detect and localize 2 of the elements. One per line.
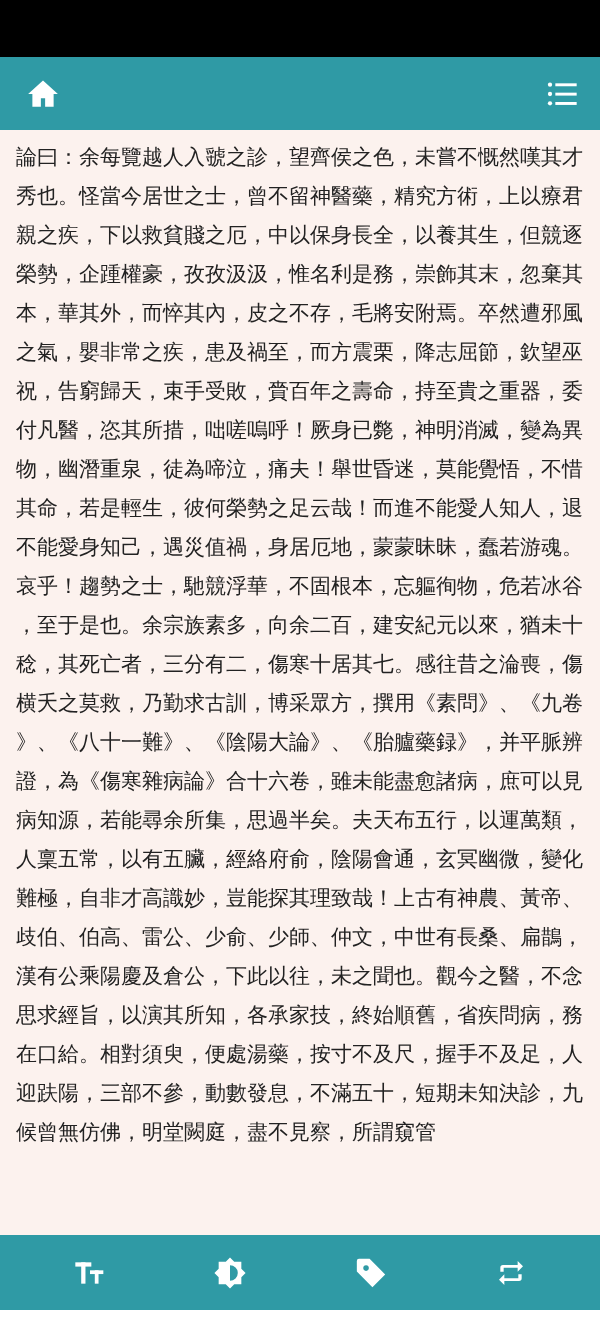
- article-text: 論曰：余每覽越人入虢之診，望齊侯之色，未嘗不慨然嘆其才秀也。怪當今居世之士，曾不留神醫藥，精究方術，上以療君親之疾，下以救貧賤之厄，中以保身長全，以養其生，但競逐榮勢，企踵權豪，孜孜汲汲，惟名利是務，崇飾其末，忽棄其本，華其外，而悴其內，皮之不存，毛將安附焉。卒然遭邪風之氣，嬰非常之疾，患及禍至，而方震栗，降志屈節，欽望巫祝，告窮歸天，束手受敗，賫百年之壽命，持至貴之重器，委付凡醫，恣其所措，咄嗟嗚呼！厥身已斃，神明消滅，變為異物，幽潛重泉，徒為啼泣，痛夫！舉世昏迷，莫能覺悟，不惜其命，若是輕生，彼何榮勢之足云哉！而進不能愛人知人，退不能愛身知己，遇災值禍，身居厄地，蒙蒙昧昧，蠢若游魂。哀乎！趨勢之士，馳競浮華，不固根本，忘軀徇物，危若冰谷，至于是也。余宗族素多，向余二百，建安紀元以來，猶未十稔，其死亡者，三分有二，傷寒十居其七。感往昔之淪喪，傷横夭之莫救，乃勤求古訓，博采眾方，撰用《素問》、《九卷》、《八十一難》、《陰陽大論》、《胎臚藥録》，并平脈辨證，為《傷寒雜病論》合十六卷，雖未能盡愈諸病，庶可以見病知源，若能尋余所集，思過半矣。夫天布五行，以運萬類，人稟五常，以有五臟，經絡府俞，陰陽會通，玄冥幽微，變化難極，自非才高識妙，豈能探其理致哉！上古有神農、黃帝、歧伯、伯高、雷公、少俞、少師、仲文，中世有長桑、扁鵲，漢有公乘陽慶及倉公，下此以往，未之聞也。觀今之醫，不念思求經旨，以演其所知，各承家技，終始順舊，省疾問病，務在口給。相對須臾，便處湯藥，按寸不及尺，握手不及足，人迎趺陽，三部不參，動數發息，不滿五十，短期未知決診，九候曾無仿佛，明堂闕庭，盡不見察，所謂窺管: [16, 144, 584, 1146]
- brightness-icon[interactable]: [212, 1255, 247, 1290]
